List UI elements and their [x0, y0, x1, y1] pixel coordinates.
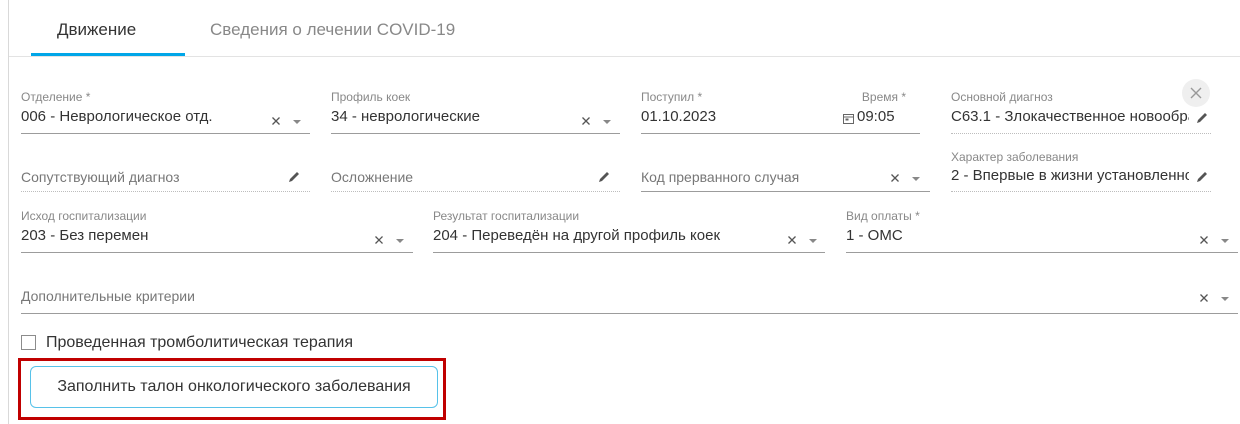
- main-diagnosis-underline: [951, 133, 1211, 134]
- admitted-underline: [641, 133, 920, 134]
- payment-type-value: 1 - ОМС: [846, 227, 903, 244]
- additional-criteria-field[interactable]: Дополнительные критерии: [21, 280, 1238, 314]
- interrupted-case-code-underline: [641, 191, 930, 192]
- chevron-down-icon[interactable]: [1220, 296, 1230, 302]
- complication-label: Осложнение: [331, 169, 414, 185]
- chevron-down-icon[interactable]: [292, 119, 302, 125]
- disease-character-underline: [951, 191, 1211, 192]
- calendar-icon[interactable]: [843, 113, 854, 124]
- payment-type-underline: [846, 252, 1238, 253]
- bed-profile-field[interactable]: Профиль коек 34 - неврологические: [331, 90, 620, 134]
- chevron-down-icon[interactable]: [911, 176, 921, 182]
- additional-criteria-label: Дополнительные критерии: [21, 288, 195, 304]
- x-icon[interactable]: [787, 235, 797, 245]
- pencil-icon[interactable]: [1194, 169, 1210, 185]
- fill-oncology-ticket-button[interactable]: Заполнить талон онкологического заболева…: [30, 366, 438, 408]
- outcome-label: Исход госпитализации: [21, 209, 147, 223]
- tab-bar: Движение Сведения о лечении COVID-19: [9, 0, 1240, 57]
- pencil-icon[interactable]: [1194, 110, 1210, 126]
- result-label: Результат госпитализации: [433, 209, 580, 223]
- disease-character-label: Характер заболевания: [951, 150, 1079, 164]
- time-field[interactable]: Время * 09:05: [838, 90, 920, 134]
- thrombolytic-checkbox[interactable]: [21, 335, 36, 350]
- chevron-down-icon[interactable]: [808, 238, 818, 244]
- additional-criteria-underline: [21, 313, 1238, 314]
- concomitant-diagnosis-underline: [21, 191, 310, 192]
- active-tab-indicator: [31, 53, 185, 56]
- admitted-date-field[interactable]: Поступил * 01.10.2023: [641, 90, 781, 134]
- pencil-icon[interactable]: [286, 169, 302, 185]
- department-field[interactable]: Отделение * 006 - Неврологическое отд.: [21, 90, 310, 134]
- main-diagnosis-field[interactable]: Основной диагноз C63.1 - Злокачественное…: [951, 90, 1211, 134]
- result-value: 204 - Переведён на другой профиль коек: [433, 227, 721, 244]
- disease-character-value: 2 - Впервые в жизни установленное хронич…: [951, 167, 1189, 184]
- outcome-underline: [21, 252, 413, 253]
- panel-left-border: [8, 0, 9, 424]
- tab-movement[interactable]: Движение: [31, 20, 185, 56]
- admitted-label: Поступил *: [641, 90, 703, 104]
- department-value: 006 - Неврологическое отд.: [21, 108, 213, 125]
- bed-profile-value: 34 - неврологические: [331, 108, 481, 125]
- payment-type-label: Вид оплаты *: [846, 209, 920, 223]
- thrombolytic-label[interactable]: Проведенная тромболитическая терапия: [46, 334, 353, 352]
- bed-profile-underline: [331, 133, 620, 134]
- disease-character-field[interactable]: Характер заболевания 2 - Впервые в жизни…: [951, 150, 1211, 192]
- complication-underline: [331, 191, 620, 192]
- tab-movement-label: Движение: [57, 20, 137, 39]
- outcome-field[interactable]: Исход госпитализации 203 - Без перемен: [21, 209, 413, 253]
- pencil-icon[interactable]: [596, 169, 612, 185]
- x-icon[interactable]: [1199, 235, 1209, 245]
- outcome-value: 203 - Без перемен: [21, 227, 149, 244]
- interrupted-case-code-field[interactable]: Код прерванного случая: [641, 152, 930, 192]
- x-icon[interactable]: [374, 235, 384, 245]
- department-label: Отделение *: [21, 90, 91, 104]
- bed-profile-label: Профиль коек: [331, 90, 411, 104]
- x-icon[interactable]: [581, 116, 591, 126]
- result-field[interactable]: Результат госпитализации 204 - Переведён…: [433, 209, 825, 253]
- admitted-value: 01.10.2023: [641, 108, 717, 125]
- time-value: 09:05: [857, 108, 895, 125]
- chevron-down-icon[interactable]: [1220, 238, 1230, 244]
- main-diagnosis-label: Основной диагноз: [951, 90, 1053, 104]
- time-label: Время *: [861, 90, 906, 104]
- interrupted-case-code-label: Код прерванного случая: [641, 169, 800, 185]
- chevron-down-icon[interactable]: [602, 119, 612, 125]
- concomitant-diagnosis-label: Сопутствующий диагноз: [21, 169, 180, 185]
- x-icon[interactable]: [1199, 293, 1209, 303]
- result-underline: [433, 252, 825, 253]
- payment-type-field[interactable]: Вид оплаты * 1 - ОМС: [846, 209, 1238, 253]
- concomitant-diagnosis-field[interactable]: Сопутствующий диагноз: [21, 152, 310, 192]
- tab-covid-info-label: Сведения о лечении COVID-19: [210, 20, 456, 39]
- department-underline: [21, 133, 310, 134]
- x-icon[interactable]: [271, 116, 281, 126]
- x-icon[interactable]: [890, 173, 900, 183]
- chevron-down-icon[interactable]: [395, 238, 405, 244]
- tab-covid-info[interactable]: Сведения о лечении COVID-19: [210, 20, 455, 40]
- main-diagnosis-value: C63.1 - Злокачественное новообразование: [951, 108, 1189, 125]
- complication-field[interactable]: Осложнение: [331, 152, 620, 192]
